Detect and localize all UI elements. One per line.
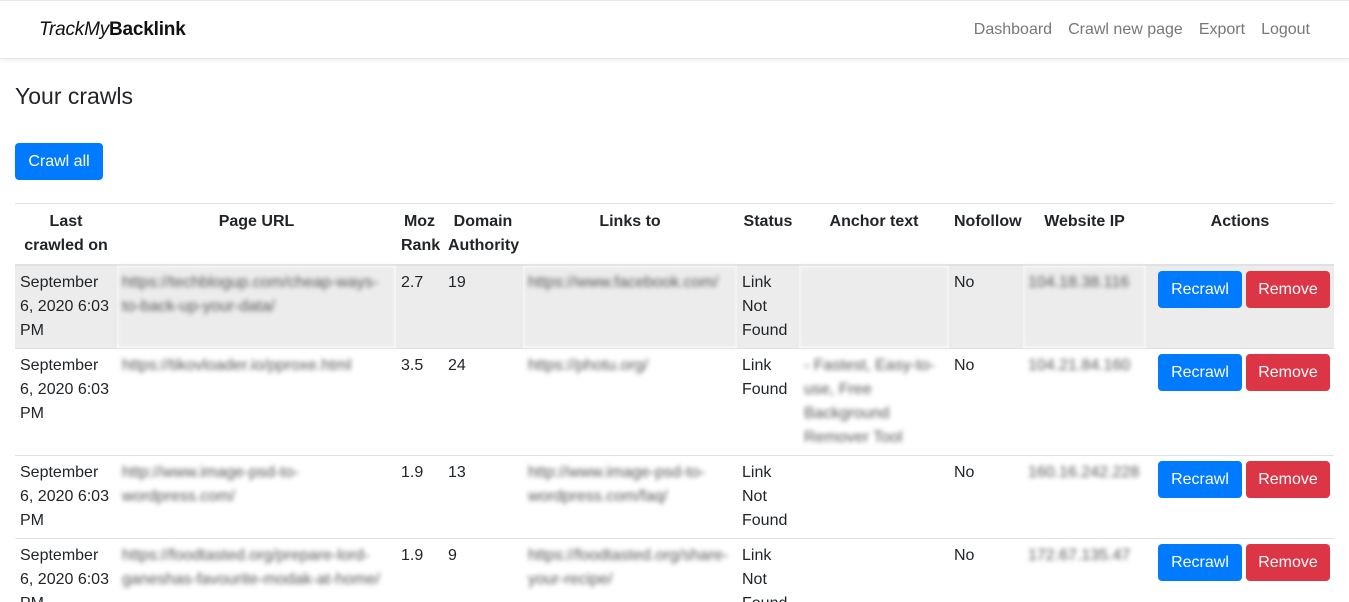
remove-button[interactable]: Remove (1246, 271, 1330, 308)
col-nofollow[interactable]: Nofollow (949, 203, 1023, 266)
col-anchor-text[interactable]: Anchor text (799, 203, 949, 266)
cell-anchor-text (799, 264, 949, 349)
cell-last-crawled: September 6, 2020 6:03 PM (15, 538, 117, 602)
cell-domain-authority: 9 (443, 538, 523, 602)
nav-dashboard[interactable]: Dashboard (974, 21, 1052, 39)
cell-page-url[interactable]: http://www.image-psd-to-wordpress.com/ (117, 455, 396, 539)
cell-links-to[interactable]: https://foodtasted.org/share-your-recipe… (523, 538, 737, 602)
cell-page-url[interactable]: https://foodtasted.org/prepare-lord-gane… (117, 538, 396, 602)
brand-logo[interactable]: TrackMyBacklink (39, 19, 186, 41)
cell-status: Link Found (737, 348, 799, 456)
remove-button[interactable]: Remove (1246, 354, 1330, 391)
col-page-url[interactable]: Page URL (117, 203, 396, 266)
cell-moz-rank: 1.9 (396, 538, 443, 602)
remove-button[interactable]: Remove (1246, 544, 1330, 581)
cell-last-crawled: September 6, 2020 6:03 PM (15, 348, 117, 456)
table-row: September 6, 2020 6:03 PM http://www.ima… (15, 455, 1334, 539)
main-content: Your crawls Crawl all Last crawled on Pa… (0, 83, 1349, 602)
cell-last-crawled: September 6, 2020 6:03 PM (15, 264, 117, 349)
nav-logout[interactable]: Logout (1261, 21, 1310, 39)
brand-bold: Backlink (109, 18, 186, 40)
cell-anchor-text (799, 538, 949, 602)
cell-website-ip: 104.18.38.116 (1023, 264, 1146, 349)
cell-status: Link Not Found (737, 264, 799, 349)
cell-domain-authority: 19 (443, 264, 523, 349)
cell-actions: Recrawl Remove (1146, 348, 1334, 456)
top-navbar: TrackMyBacklink Dashboard Crawl new page… (0, 0, 1349, 59)
cell-status: Link Not Found (737, 538, 799, 602)
col-domain-authority[interactable]: Domain Authority (443, 203, 523, 266)
cell-domain-authority: 13 (443, 455, 523, 539)
cell-nofollow: No (949, 264, 1023, 349)
cell-last-crawled: September 6, 2020 6:03 PM (15, 455, 117, 539)
nav-export[interactable]: Export (1199, 21, 1245, 39)
cell-actions: Recrawl Remove (1146, 264, 1334, 349)
recrawl-button[interactable]: Recrawl (1158, 461, 1242, 498)
cell-nofollow: No (949, 455, 1023, 539)
cell-actions: Recrawl Remove (1146, 538, 1334, 602)
cell-links-to[interactable]: https://photu.org/ (523, 348, 737, 456)
recrawl-button[interactable]: Recrawl (1158, 544, 1242, 581)
cell-website-ip: 172.67.135.47 (1023, 538, 1146, 602)
cell-website-ip: 104.21.84.160 (1023, 348, 1146, 456)
cell-anchor-text: - Fastest, Easy-to-use, Free Background … (799, 348, 949, 456)
table-row: September 6, 2020 6:03 PM https://techbl… (15, 264, 1334, 349)
cell-nofollow: No (949, 538, 1023, 602)
cell-moz-rank: 3.5 (396, 348, 443, 456)
table-row: September 6, 2020 6:03 PM https://foodta… (15, 538, 1334, 602)
cell-actions: Recrawl Remove (1146, 455, 1334, 539)
crawls-table: Last crawled on Page URL Moz Rank Domain… (15, 203, 1334, 602)
col-actions: Actions (1146, 203, 1334, 266)
cell-status: Link Not Found (737, 455, 799, 539)
cell-nofollow: No (949, 348, 1023, 456)
col-links-to[interactable]: Links to (523, 203, 737, 266)
col-status[interactable]: Status (737, 203, 799, 266)
cell-page-url[interactable]: https://techblogup.com/cheap-ways-to-bac… (117, 264, 396, 349)
cell-anchor-text (799, 455, 949, 539)
col-last-crawled[interactable]: Last crawled on (15, 203, 117, 266)
cell-domain-authority: 24 (443, 348, 523, 456)
recrawl-button[interactable]: Recrawl (1158, 354, 1242, 391)
recrawl-button[interactable]: Recrawl (1158, 271, 1242, 308)
cell-moz-rank: 1.9 (396, 455, 443, 539)
crawl-all-button[interactable]: Crawl all (15, 143, 103, 180)
cell-page-url[interactable]: https://tikovloader.io/pproxe.html (117, 348, 396, 456)
nav-crawl-new-page[interactable]: Crawl new page (1068, 21, 1183, 39)
table-header-row: Last crawled on Page URL Moz Rank Domain… (15, 203, 1334, 266)
page-title: Your crawls (15, 83, 134, 109)
main-nav: Dashboard Crawl new page Export Logout (958, 21, 1310, 39)
cell-website-ip: 160.16.242.228 (1023, 455, 1146, 539)
col-moz-rank[interactable]: Moz Rank (396, 203, 443, 266)
brand-light: TrackMy (39, 18, 110, 40)
cell-links-to[interactable]: http://www.image-psd-to-wordpress.com/fa… (523, 455, 737, 539)
table-row: September 6, 2020 6:03 PM https://tikovl… (15, 348, 1334, 456)
col-website-ip[interactable]: Website IP (1023, 203, 1146, 266)
cell-moz-rank: 2.7 (396, 264, 443, 349)
remove-button[interactable]: Remove (1246, 461, 1330, 498)
cell-links-to[interactable]: https://www.facebook.com/ (523, 264, 737, 349)
